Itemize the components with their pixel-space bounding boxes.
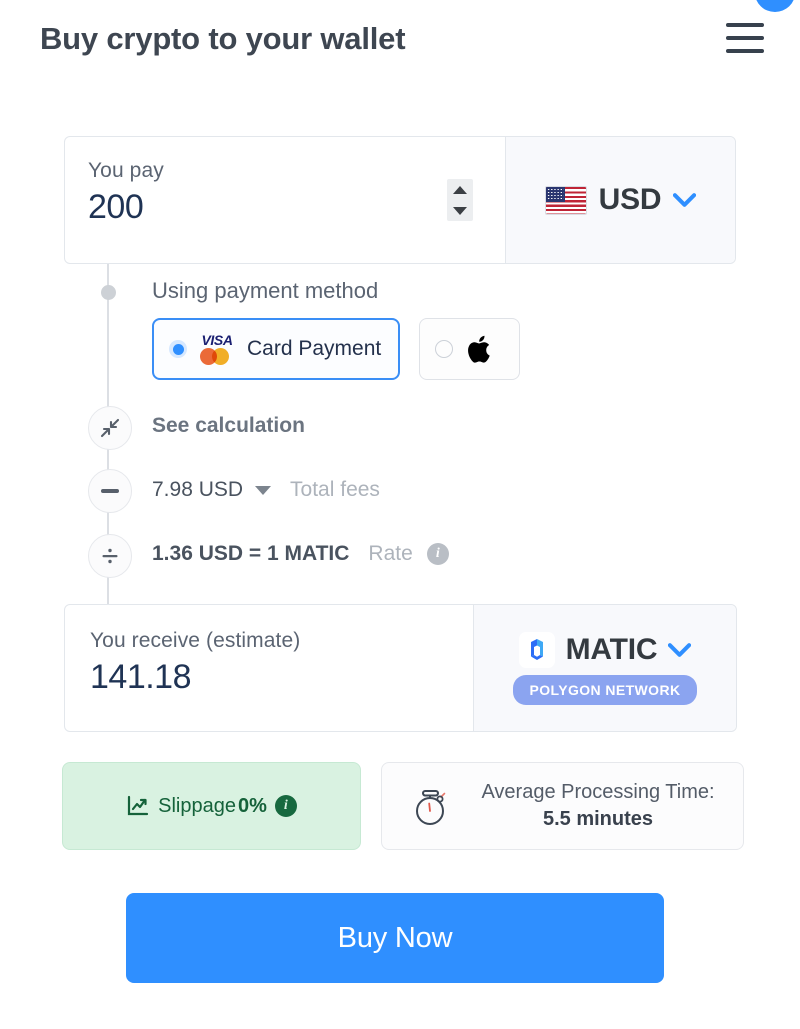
you-receive-card: You receive (estimate) 141.18 MATIC POLY… [64,604,737,732]
buy-crypto-page: Buy crypto to your wallet You pay 200 US… [0,0,800,1029]
slippage-value: 0% [237,794,267,817]
minus-icon [88,469,132,513]
info-icon[interactable]: i [274,795,297,817]
processing-time-title: Average Processing Time: [481,781,715,803]
hamburger-bar [726,49,764,53]
slippage-label: Slippage [158,794,236,817]
you-receive-amount-area[interactable]: You receive (estimate) 141.18 [65,605,473,731]
receive-currency-selector[interactable]: MATIC POLYGON NETWORK [473,605,736,731]
info-icon[interactable]: i [426,543,449,565]
timeline-dot [101,285,116,300]
matic-currency-row: MATIC [518,631,692,668]
total-fees-value: 7.98 USD [152,478,244,501]
visa-logo: VISA [201,332,233,348]
payment-option-label: Card Payment [247,337,382,360]
pay-currency-code: USD [598,183,662,216]
stepper-down-icon[interactable] [453,206,467,215]
rate-label: Rate [368,542,413,565]
amount-stepper[interactable] [447,179,473,221]
pay-currency-selector[interactable]: USD [505,137,735,263]
you-pay-label: You pay [88,159,164,182]
rate-value: 1.36 USD = 1 MATIC [152,542,350,565]
stopwatch-icon [416,790,446,825]
caret-down-icon[interactable] [255,485,272,495]
network-badge: POLYGON NETWORK [512,674,698,705]
total-fees-label: Total fees [290,478,380,501]
see-calculation-row[interactable]: See calculation [152,414,305,438]
chevron-down-icon[interactable] [668,642,692,657]
processing-time-value: 5.5 minutes [542,808,654,830]
buy-now-button[interactable]: Buy Now [126,893,664,983]
divide-icon [88,534,132,578]
apple-pay-icon [468,335,490,363]
you-receive-label: You receive (estimate) [90,629,301,652]
processing-time-text: Average Processing Time: 5.5 minutes [471,781,743,831]
you-pay-input-area[interactable]: You pay 200 [65,137,505,263]
stepper-up-icon[interactable] [453,185,467,194]
you-pay-amount[interactable]: 200 [88,188,505,227]
radio-selected-icon[interactable] [169,340,187,358]
payment-option-card[interactable]: VISA Card Payment [152,318,401,380]
you-receive-amount[interactable]: 141.18 [90,658,473,697]
mastercard-icon [198,348,236,365]
slippage-card: Slippage 0% i [62,762,361,850]
payment-option-apple-pay[interactable] [419,318,521,380]
rate-row: 1.36 USD = 1 MATIC Rate i [152,542,449,566]
processing-time-card: Average Processing Time: 5.5 minutes [381,762,744,850]
hamburger-bar [726,23,764,27]
chart-line-icon [128,795,149,816]
payment-method-options: VISA Card Payment [152,318,521,380]
see-calculation-label[interactable]: See calculation [152,414,305,438]
matic-logo-icon [518,631,555,668]
chevron-down-icon[interactable] [673,193,697,207]
you-pay-card: You pay 200 USD [64,136,736,264]
hamburger-bar [726,36,764,40]
card-brand-logos: VISA [198,333,236,365]
page-title: Buy crypto to your wallet [40,21,406,56]
collapse-arrows-icon[interactable] [88,406,132,450]
receive-currency-code: MATIC [565,632,658,666]
us-flag-icon [544,185,587,215]
radio-unselected-icon[interactable] [435,340,454,358]
payment-method-label: Using payment method [152,278,379,303]
page-header: Buy crypto to your wallet [0,0,800,78]
total-fees-row: 7.98 USD Total fees [152,478,380,502]
hamburger-menu-icon[interactable] [726,23,764,53]
